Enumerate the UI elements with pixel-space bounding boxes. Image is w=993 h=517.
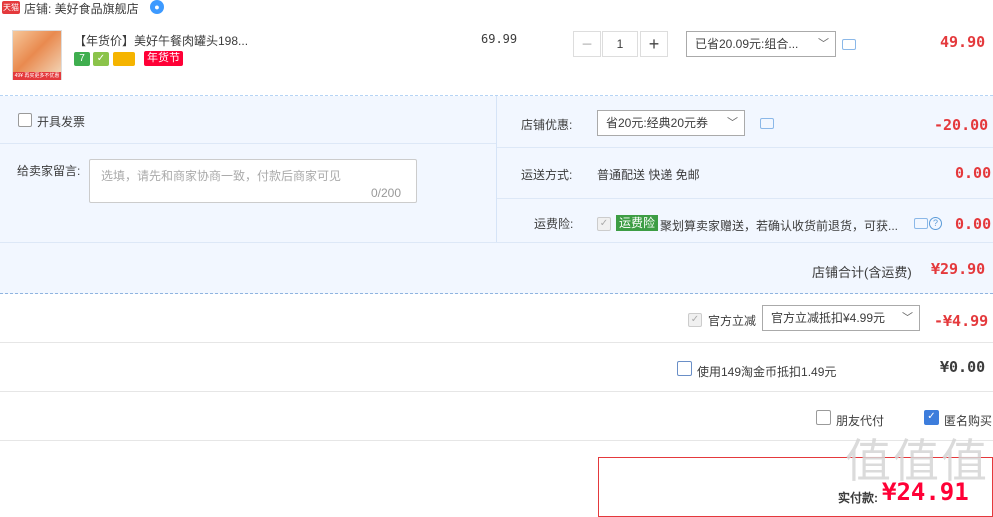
- divider: [497, 198, 993, 199]
- message-char-count: 0/200: [371, 186, 402, 200]
- official-discount-checkbox: ✓: [688, 313, 702, 327]
- insurance-fee: 0.00: [955, 215, 992, 233]
- panel-divider: [496, 96, 497, 242]
- shop-total-value: ¥29.90: [931, 260, 986, 278]
- product-title-link[interactable]: 【年货价】美好午餐肉罐头198...: [74, 32, 248, 49]
- message-placeholder: 选填，请先和商家协商一致，付款后商家可见: [101, 169, 342, 183]
- thumbnail-price-tag: 49¥ 再买更多不优惠: [13, 72, 61, 80]
- help-icon[interactable]: ?: [929, 217, 942, 230]
- quantity-input[interactable]: 1: [602, 31, 638, 57]
- insurance-tag: 运费险: [616, 215, 659, 231]
- chat-bubble-icon[interactable]: [842, 39, 856, 50]
- insurance-label: 运费险:: [534, 217, 574, 231]
- taojinbi-checkbox[interactable]: [677, 361, 692, 376]
- invoice-label: 开具发票: [37, 115, 86, 129]
- shipping-fee: 0.00: [955, 164, 992, 182]
- item-promo-select-value: 已省20.09元:组合...: [695, 37, 799, 51]
- tmall-badge: 天猫: [2, 1, 20, 14]
- shop-total-label: 店铺合计(含运费): [812, 265, 912, 280]
- chevron-down-icon: ﹀: [902, 312, 913, 324]
- festival-tag: 年货节: [144, 51, 183, 66]
- wangwang-chat-icon[interactable]: ●: [150, 0, 164, 14]
- message-label: 给卖家留言:: [17, 164, 81, 178]
- insurance-checkbox: ✓: [597, 217, 611, 231]
- quantity-decrease-button[interactable]: −: [573, 31, 601, 57]
- pay-label: 实付款:: [838, 491, 878, 505]
- friend-pay-checkbox[interactable]: [816, 410, 831, 425]
- divider: [0, 391, 993, 392]
- divider: [0, 342, 993, 343]
- item-promo-select[interactable]: 已省20.09元:组合... ﹀: [686, 31, 836, 57]
- insurance-description: 聚划算卖家赠送，若确认收货前退货，可获...: [660, 219, 899, 233]
- item-subtotal: 49.90: [940, 33, 986, 51]
- divider: [497, 147, 993, 148]
- shop-discount-value: -20.00: [934, 116, 989, 134]
- taojinbi-label: 使用149淘金币抵扣1.49元: [697, 365, 837, 379]
- site-watermark: 值值值: [845, 434, 989, 488]
- shop-name-link[interactable]: 店铺: 美好食品旗舰店: [24, 0, 139, 17]
- shop-coupon-select-value: 省20元:经典20元券: [606, 116, 709, 130]
- divider: [0, 242, 993, 243]
- anonymous-checkbox[interactable]: ✓: [924, 410, 939, 425]
- official-discount-select-value: 官方立减抵扣¥4.99元: [771, 311, 886, 325]
- shipping-label: 运送方式:: [521, 168, 573, 182]
- guarantee-icon: ✓: [93, 52, 109, 66]
- taojinbi-value: ¥0.00: [940, 358, 986, 376]
- official-discount-label: 官方立减: [708, 314, 757, 328]
- official-discount-value: -¥4.99: [934, 312, 989, 330]
- official-discount-select[interactable]: 官方立减抵扣¥4.99元 ﹀: [762, 305, 920, 331]
- seven-day-return-icon: 7: [74, 52, 90, 66]
- credit-card-icon: [113, 52, 135, 66]
- shop-discount-label: 店铺优惠:: [521, 118, 573, 132]
- unit-price: 69.99: [481, 32, 518, 46]
- shipping-method: 普通配送 快递 免邮: [597, 168, 700, 182]
- invoice-checkbox[interactable]: [18, 113, 32, 127]
- divider: [0, 143, 496, 144]
- shop-coupon-select[interactable]: 省20元:经典20元券 ﹀: [597, 110, 745, 136]
- chat-bubble-icon[interactable]: [760, 118, 774, 129]
- chat-bubble-icon[interactable]: [914, 218, 928, 229]
- chevron-down-icon: ﹀: [727, 117, 738, 129]
- chevron-down-icon: ﹀: [818, 38, 829, 50]
- quantity-increase-button[interactable]: +: [640, 31, 668, 57]
